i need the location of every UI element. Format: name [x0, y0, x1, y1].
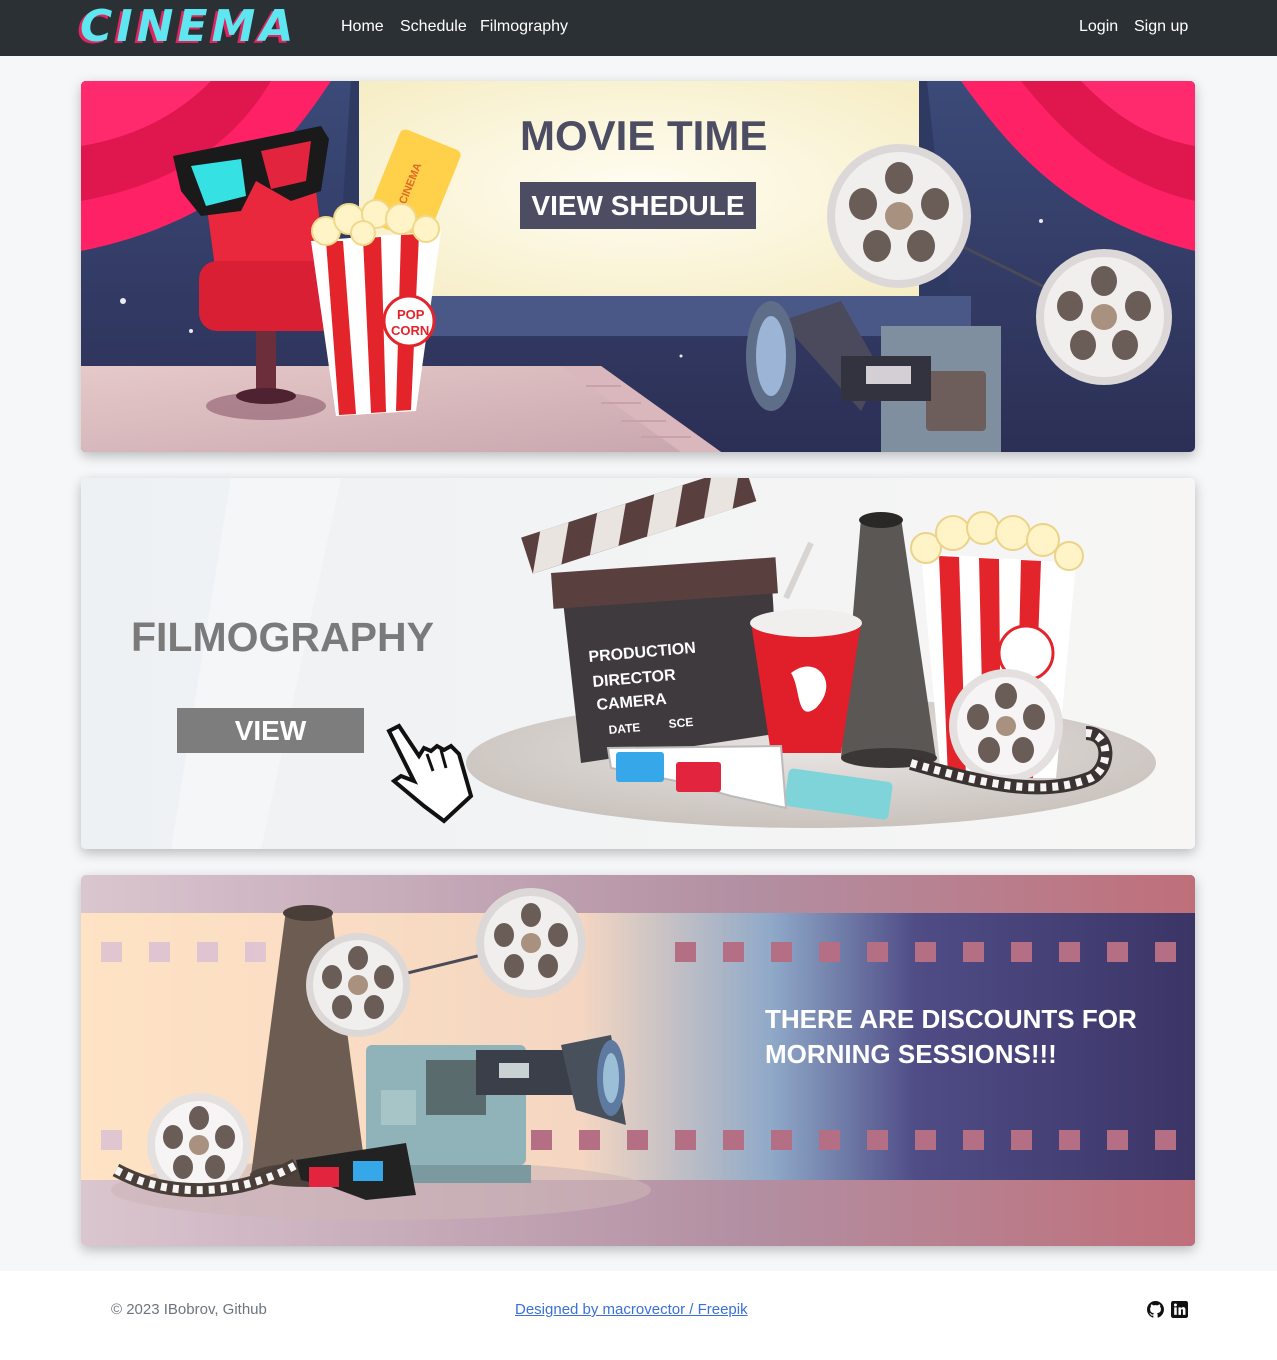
discounts-title-line-2: MORNING SESSIONS!!! [765, 1039, 1057, 1069]
popcorn-label-bottom: CORN [391, 323, 429, 338]
discounts-title: THERE ARE DISCOUNTS FOR MORNING SESSIONS… [765, 1002, 1185, 1072]
filmography-illustration: PRODUCTION DIRECTOR CAMERA DATE SCE [81, 478, 1195, 849]
credit-link[interactable]: Designed by macrovector / Freepik [515, 1301, 748, 1318]
navbar: CINEMA Home Schedule Filmography Login S… [0, 0, 1277, 56]
linkedin-icon[interactable] [1171, 1301, 1188, 1318]
nav-filmography[interactable]: Filmography [480, 17, 568, 37]
view-filmography-button[interactable]: VIEW [177, 708, 364, 753]
brand-logo[interactable]: CINEMA [80, 2, 297, 52]
view-schedule-button[interactable]: VIEW SHEDULE [520, 182, 756, 229]
filmography-banner[interactable]: PRODUCTION DIRECTOR CAMERA DATE SCE FILM… [81, 478, 1195, 849]
nav-login[interactable]: Login [1079, 17, 1118, 37]
clapper-scene: SCE [668, 715, 694, 731]
movie-time-title: MOVIE TIME [520, 112, 768, 159]
copyright-text: © 2023 IBobrov, Github [111, 1301, 267, 1318]
nav-signup[interactable]: Sign up [1134, 17, 1188, 37]
discounts-title-line-1: THERE ARE DISCOUNTS FOR [765, 1004, 1137, 1034]
nav-schedule[interactable]: Schedule [400, 17, 467, 37]
github-icon[interactable] [1147, 1301, 1164, 1318]
nav-home[interactable]: Home [341, 17, 384, 37]
footer: © 2023 IBobrov, Github Designed by macro… [0, 1271, 1277, 1360]
filmography-title: FILMOGRAPHY [131, 614, 434, 660]
movie-time-banner[interactable]: CINEMA POP CORN MOVIE TIME VIEW SHEDULE [81, 81, 1195, 452]
popcorn-label-top: POP [397, 307, 425, 322]
discounts-banner: THERE ARE DISCOUNTS FOR MORNING SESSIONS… [81, 875, 1195, 1246]
clapper-date: DATE [608, 720, 641, 737]
